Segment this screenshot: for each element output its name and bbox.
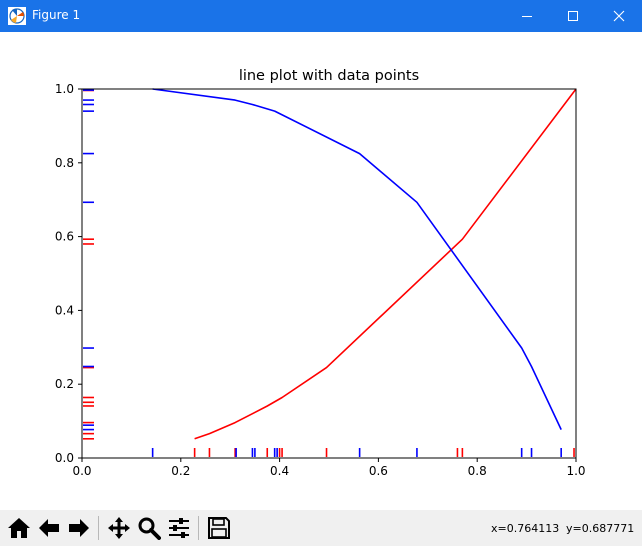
line-plot[interactable]: line plot with data points 0.0 0.2 0.4 0.6 0.… — [0, 32, 642, 510]
close-button[interactable] — [596, 0, 642, 32]
app-icon — [8, 7, 26, 25]
cursor-x-readout: x=0.764113 — [491, 522, 560, 535]
home-button[interactable] — [4, 513, 34, 543]
maximize-button[interactable] — [550, 0, 596, 32]
window-title: Figure 1 — [32, 8, 81, 22]
zoom-icon — [138, 517, 161, 540]
chart-title: line plot with data points — [239, 68, 419, 84]
pan-button[interactable] — [104, 513, 134, 543]
back-icon — [39, 519, 59, 537]
configure-subplots-button[interactable] — [164, 513, 194, 543]
navigation-toolbar: x=0.764113 y=0.687771 — [0, 510, 642, 546]
y-tick-label: 0.0 — [55, 451, 74, 465]
x-tick-label: 0.0 — [72, 464, 91, 478]
save-button[interactable] — [204, 513, 234, 543]
series-line-2 — [152, 88, 562, 430]
home-icon — [8, 518, 30, 538]
y-tick-label: 1.0 — [55, 82, 74, 96]
save-icon — [208, 517, 230, 539]
series-line-1 — [194, 88, 577, 440]
x-tick-label: 1.0 — [566, 464, 585, 478]
forward-button[interactable] — [64, 513, 94, 543]
figure-canvas[interactable]: line plot with data points 0.0 0.2 0.4 0.6 0.… — [0, 32, 642, 510]
toolbar-separator — [198, 516, 199, 540]
y-tick-label: 0.4 — [55, 303, 74, 317]
minimize-button[interactable] — [504, 0, 550, 32]
y-tick-label: 0.2 — [55, 377, 74, 391]
x-tick-label: 0.8 — [468, 464, 487, 478]
x-tick-label: 0.6 — [369, 464, 388, 478]
pan-icon — [108, 517, 130, 539]
x-tick-label: 0.4 — [270, 464, 289, 478]
close-icon — [613, 10, 625, 22]
figure-window: Figure 1 line plot with data points 0.0 0.… — [0, 0, 642, 546]
toolbar-separator — [98, 516, 99, 540]
axes-frame — [81, 88, 577, 459]
y-tick-label: 0.6 — [55, 230, 74, 244]
forward-icon — [69, 519, 89, 537]
x-tick-label: 0.2 — [171, 464, 190, 478]
title-bar[interactable]: Figure 1 — [0, 0, 642, 32]
zoom-button[interactable] — [134, 513, 164, 543]
y-tick-label: 0.8 — [55, 156, 74, 170]
cursor-y-readout: y=0.687771 — [566, 522, 635, 535]
back-button[interactable] — [34, 513, 64, 543]
configure-subplots-icon — [169, 518, 189, 538]
maximize-icon — [568, 11, 578, 21]
minimize-icon — [522, 16, 532, 17]
